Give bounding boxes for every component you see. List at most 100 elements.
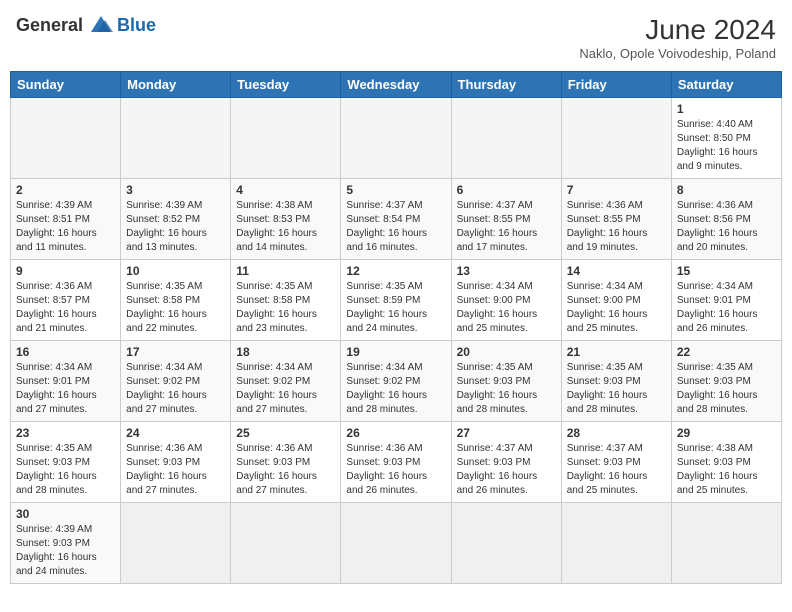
calendar-cell: 15Sunrise: 4:34 AMSunset: 9:01 PMDayligh… [671,260,781,341]
day-info: Sunrise: 4:38 AMSunset: 9:03 PMDaylight:… [677,442,776,498]
subtitle: Naklo, Opole Voivodeship, Poland [579,46,776,61]
logo-text-blue: Blue [117,15,156,36]
day-info: Sunrise: 4:39 AMSunset: 8:51 PMDaylight:… [16,199,115,255]
day-number: 23 [16,426,115,440]
month-title: June 2024 [579,14,776,46]
calendar-cell: 28Sunrise: 4:37 AMSunset: 9:03 PMDayligh… [561,422,671,503]
calendar-cell: 25 Sunrise: 4:36 AMSunset: 9:03 PMDayligh… [231,422,341,503]
day-number: 13 [457,264,556,278]
day-info: Sunrise: 4:36 AMSunset: 9:03 PMDaylight:… [126,442,225,498]
day-number: 11 [236,264,335,278]
day-number: 20 [457,345,556,359]
logo: General Blue [16,14,156,36]
calendar-cell: 1 Sunrise: 4:40 AMSunset: 8:50 PMDaylight… [671,98,781,179]
calendar-cell: 17Sunrise: 4:34 AMSunset: 9:02 PMDayligh… [121,341,231,422]
calendar-week-row: 2 Sunrise: 4:39 AMSunset: 8:51 PMDaylight… [11,179,782,260]
calendar-week-row: 30 Sunrise: 4:39 AMSunset: 9:03 PMDayligh… [11,503,782,584]
day-number: 3 [126,183,225,197]
calendar-cell: 4 Sunrise: 4:38 AMSunset: 8:53 PMDaylight… [231,179,341,260]
calendar-cell: 7 Sunrise: 4:36 AMSunset: 8:55 PMDaylight… [561,179,671,260]
day-number: 10 [126,264,225,278]
day-number: 7 [567,183,666,197]
calendar-cell: 10Sunrise: 4:35 AMSunset: 8:58 PMDayligh… [121,260,231,341]
calendar-cell: 26 Sunrise: 4:36 AMSunset: 9:03 PMDayligh… [341,422,451,503]
day-info: Sunrise: 4:35 AMSunset: 9:03 PMDaylight:… [677,361,776,417]
weekday-header-saturday: Saturday [671,72,781,98]
calendar-cell [11,98,121,179]
title-area: June 2024 Naklo, Opole Voivodeship, Pola… [579,14,776,61]
day-number: 19 [346,345,445,359]
day-number: 17 [126,345,225,359]
calendar-cell: 11 Sunrise: 4:35 AMSunset: 8:58 PMDayligh… [231,260,341,341]
day-info: Sunrise: 4:34 AMSunset: 9:00 PMDaylight:… [457,280,556,336]
calendar-cell [231,98,341,179]
calendar-week-row: 9 Sunrise: 4:36 AMSunset: 8:57 PMDaylight… [11,260,782,341]
day-number: 27 [457,426,556,440]
calendar-cell: 29 Sunrise: 4:38 AMSunset: 9:03 PMDayligh… [671,422,781,503]
day-info: Sunrise: 4:39 AMSunset: 8:52 PMDaylight:… [126,199,225,255]
calendar-week-row: 23Sunrise: 4:35 AMSunset: 9:03 PMDayligh… [11,422,782,503]
calendar-cell [561,98,671,179]
calendar-cell: 2 Sunrise: 4:39 AMSunset: 8:51 PMDaylight… [11,179,121,260]
day-info: Sunrise: 4:35 AMSunset: 8:58 PMDaylight:… [236,280,335,336]
calendar-cell [341,503,451,584]
weekday-header-sunday: Sunday [11,72,121,98]
calendar-cell: 14Sunrise: 4:34 AMSunset: 9:00 PMDayligh… [561,260,671,341]
day-number: 2 [16,183,115,197]
day-number: 26 [346,426,445,440]
day-info: Sunrise: 4:34 AMSunset: 9:02 PMDaylight:… [236,361,335,417]
day-number: 5 [346,183,445,197]
calendar-cell: 13 Sunrise: 4:34 AMSunset: 9:00 PMDayligh… [451,260,561,341]
weekday-header-friday: Friday [561,72,671,98]
day-number: 28 [567,426,666,440]
day-number: 21 [567,345,666,359]
calendar-cell [341,98,451,179]
calendar-cell: 30 Sunrise: 4:39 AMSunset: 9:03 PMDayligh… [11,503,121,584]
calendar-cell [231,503,341,584]
calendar-cell: 19Sunrise: 4:34 AMSunset: 9:02 PMDayligh… [341,341,451,422]
day-info: Sunrise: 4:37 AMSunset: 8:55 PMDaylight:… [457,199,556,255]
calendar-cell [451,503,561,584]
weekday-header-thursday: Thursday [451,72,561,98]
day-number: 9 [16,264,115,278]
weekday-header-tuesday: Tuesday [231,72,341,98]
day-info: Sunrise: 4:36 AMSunset: 8:55 PMDaylight:… [567,199,666,255]
calendar-cell [561,503,671,584]
day-number: 30 [16,507,115,521]
day-info: Sunrise: 4:36 AMSunset: 9:03 PMDaylight:… [236,442,335,498]
day-number: 29 [677,426,776,440]
day-info: Sunrise: 4:34 AMSunset: 9:01 PMDaylight:… [16,361,115,417]
calendar-cell: 20Sunrise: 4:35 AMSunset: 9:03 PMDayligh… [451,341,561,422]
day-info: Sunrise: 4:40 AMSunset: 8:50 PMDaylight:… [677,118,776,174]
day-info: Sunrise: 4:38 AMSunset: 8:53 PMDaylight:… [236,199,335,255]
day-number: 18 [236,345,335,359]
calendar-cell: 6Sunrise: 4:37 AMSunset: 8:55 PMDaylight… [451,179,561,260]
calendar-cell [121,98,231,179]
logo-text-general: General [16,15,83,36]
day-number: 22 [677,345,776,359]
day-info: Sunrise: 4:36 AMSunset: 9:03 PMDaylight:… [346,442,445,498]
day-info: Sunrise: 4:36 AMSunset: 8:57 PMDaylight:… [16,280,115,336]
calendar-cell: 22 Sunrise: 4:35 AMSunset: 9:03 PMDayligh… [671,341,781,422]
logo-icon [87,14,115,36]
day-info: Sunrise: 4:35 AMSunset: 9:03 PMDaylight:… [567,361,666,417]
day-number: 15 [677,264,776,278]
day-info: Sunrise: 4:39 AMSunset: 9:03 PMDaylight:… [16,523,115,579]
calendar-cell: 12 Sunrise: 4:35 AMSunset: 8:59 PMDayligh… [341,260,451,341]
calendar-cell [121,503,231,584]
day-number: 25 [236,426,335,440]
weekday-header-row: SundayMondayTuesdayWednesdayThursdayFrid… [11,72,782,98]
weekday-header-monday: Monday [121,72,231,98]
day-info: Sunrise: 4:37 AMSunset: 8:54 PMDaylight:… [346,199,445,255]
calendar-cell: 9 Sunrise: 4:36 AMSunset: 8:57 PMDaylight… [11,260,121,341]
day-number: 1 [677,102,776,116]
calendar-cell: 5 Sunrise: 4:37 AMSunset: 8:54 PMDaylight… [341,179,451,260]
day-number: 8 [677,183,776,197]
day-number: 4 [236,183,335,197]
calendar-cell: 24Sunrise: 4:36 AMSunset: 9:03 PMDayligh… [121,422,231,503]
calendar-week-row: 1 Sunrise: 4:40 AMSunset: 8:50 PMDaylight… [11,98,782,179]
calendar-cell [671,503,781,584]
day-number: 12 [346,264,445,278]
weekday-header-wednesday: Wednesday [341,72,451,98]
day-info: Sunrise: 4:35 AMSunset: 8:59 PMDaylight:… [346,280,445,336]
